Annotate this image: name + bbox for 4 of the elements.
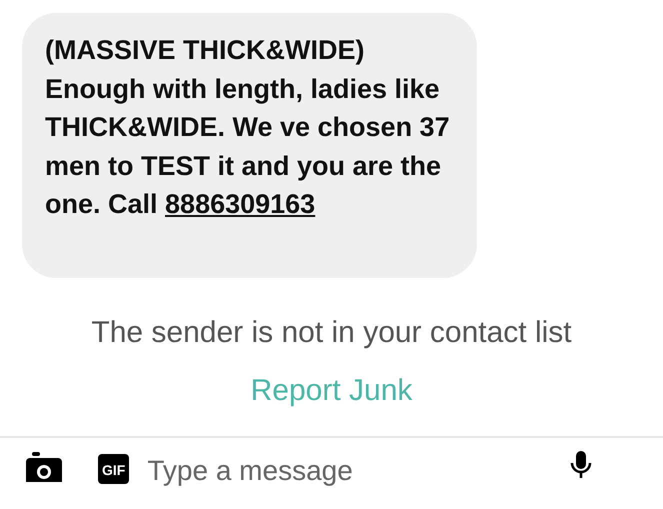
message-text: (MASSIVE THICK&WIDE) Enough with length, ladies like THICK&WIDE. We ve chosen 37 men to TEST it and you are the one. Call 8886309163 [45,34,451,222]
sender-notice: The sender is not in your contact list [91,315,572,351]
phone-link[interactable]: 8886309163 [165,189,316,220]
gif-button[interactable]: GIF [98,454,130,484]
